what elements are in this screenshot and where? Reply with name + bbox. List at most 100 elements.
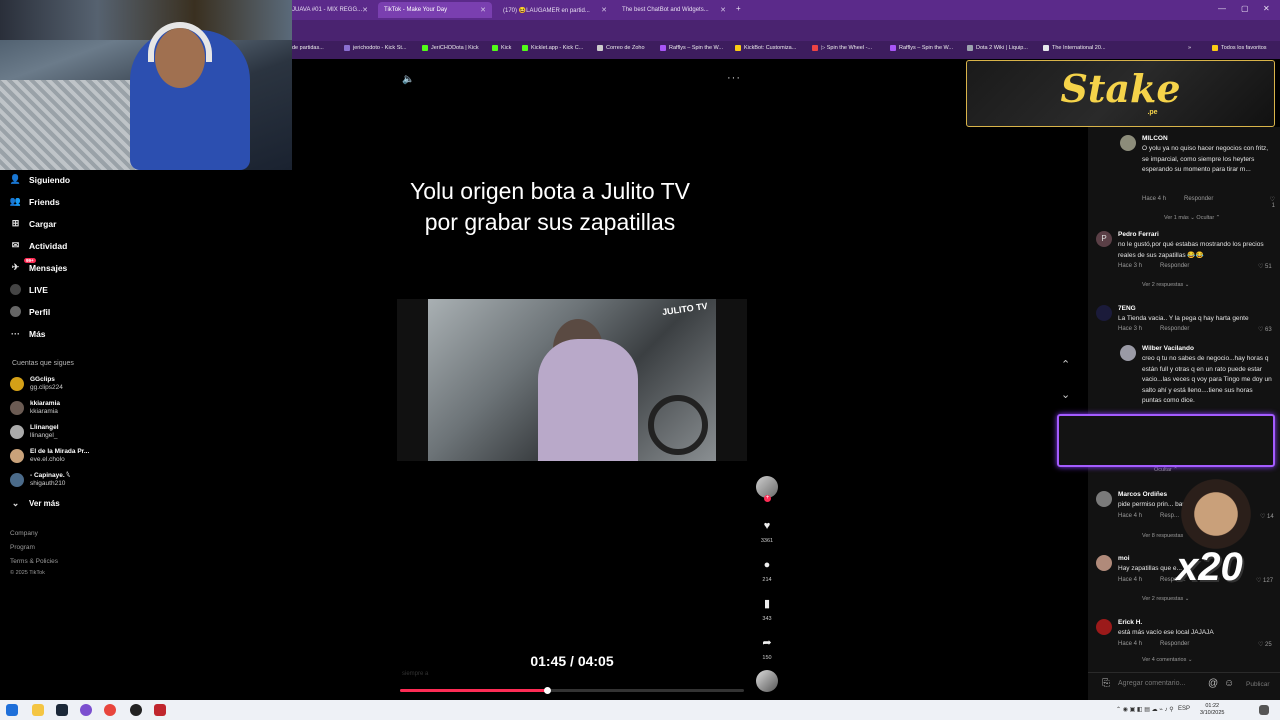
chrome-icon[interactable] xyxy=(104,704,116,716)
comment-input[interactable]: Agregar comentario... xyxy=(1118,680,1185,687)
mention-icon[interactable]: @ xyxy=(1208,678,1218,689)
bookmark[interactable]: Kick xyxy=(492,45,511,51)
more-options-icon[interactable]: ··· xyxy=(727,72,741,84)
reply-button[interactable]: Responder xyxy=(1160,263,1189,269)
tab-label: TikTok - Make Your Day xyxy=(384,7,448,13)
close-icon[interactable]: ✕ xyxy=(720,6,726,14)
bookmark[interactable]: JeriCHODota | Kick xyxy=(422,45,479,51)
bookmark[interactable]: KickBot: Customiza... xyxy=(735,45,796,51)
followed-account[interactable]: Llinangel llinangel_ xyxy=(10,424,59,440)
language-indicator[interactable]: ESP xyxy=(1178,706,1190,712)
sidebar-item-profile[interactable]: Perfil xyxy=(10,306,50,317)
comment-author[interactable]: MILCON xyxy=(1142,135,1168,142)
see-more-button[interactable]: ⌄ Ver más xyxy=(10,498,60,509)
followed-account[interactable]: El de la Mirada Pr... eve.el.cholo xyxy=(10,448,89,464)
bookmark[interactable]: ▷ Spin the Wheel -... xyxy=(812,45,872,51)
file-explorer-icon[interactable] xyxy=(32,704,44,716)
share-button[interactable]: ➦ 150 xyxy=(752,637,782,661)
comment-button[interactable]: ● 214 xyxy=(752,559,782,583)
gift-icon[interactable]: ⎘ xyxy=(1102,678,1110,689)
bookmark[interactable]: de partidas... xyxy=(292,45,324,51)
comment-like[interactable]: ♡ 127 xyxy=(1256,577,1273,584)
tab-label: The best ChatBot and Widgets... xyxy=(622,7,709,13)
browser-tab-active[interactable]: TikTok - Make Your Day ✕ xyxy=(378,2,492,18)
bookmark[interactable]: Rafflys – Spin the W... xyxy=(660,45,723,51)
close-icon[interactable]: ✕ xyxy=(480,6,486,14)
view-replies-button[interactable]: Ver 4 comentarios ⌄ xyxy=(1142,657,1192,663)
close-window-icon[interactable]: ✕ xyxy=(1263,4,1270,13)
save-button[interactable]: ▮ 343 xyxy=(752,598,782,622)
video-thumbnail[interactable]: JULITO TV xyxy=(428,299,716,461)
comment-author[interactable]: Pedro Ferrari xyxy=(1118,231,1159,238)
emoji-icon[interactable]: ☺ xyxy=(1224,678,1234,689)
like-button[interactable]: ♥ 3361 xyxy=(752,520,782,544)
new-tab-button[interactable]: + xyxy=(736,4,741,13)
sidebar-item-messages[interactable]: ✈ 99+ Mensajes xyxy=(10,258,67,273)
tray-icons[interactable]: ⌃ ◉ ▣ ◧ ▤ ☁ ⌁ ♪ ⚲ xyxy=(1116,706,1174,713)
reply-button[interactable]: Resp... xyxy=(1160,513,1179,519)
bookmark[interactable]: Rafflys – Spin the W... xyxy=(890,45,953,51)
followed-account[interactable]: GGclips gg.clips224 xyxy=(10,376,63,392)
music-disc-avatar[interactable] xyxy=(756,670,778,692)
bookmark[interactable]: Dota 2 Wiki | Liquip... xyxy=(967,45,1028,51)
video-watermark: JULITO TV xyxy=(661,300,709,318)
comment-like[interactable]: ♡ 1 xyxy=(1266,196,1275,209)
steam-icon[interactable] xyxy=(56,704,68,716)
video-time: 01:45 / 04:05 xyxy=(530,653,614,669)
chevron-right-icon[interactable]: » xyxy=(1188,45,1191,51)
hide-replies-button[interactable]: Ocultar ⌃ xyxy=(1154,467,1178,473)
view-replies-button[interactable]: Ver 2 respuestas ⌄ xyxy=(1142,596,1189,602)
reply-button[interactable]: Responder xyxy=(1160,641,1189,647)
view-replies-button[interactable]: Ver 8 respuestas xyxy=(1142,533,1183,539)
bookmark[interactable]: Kicklet.app - Kick C... xyxy=(522,45,583,51)
view-replies-button[interactable]: Ver 1 más ⌄ Ocultar ⌃ xyxy=(1164,215,1220,221)
app-icon[interactable] xyxy=(154,704,166,716)
reply-button[interactable]: Responder xyxy=(1160,326,1189,332)
clock[interactable]: 01:22 3/10/2025 xyxy=(1200,703,1224,717)
followed-account[interactable]: kkiaramia kkiaramia xyxy=(10,400,60,416)
sidebar-item-following[interactable]: 👤 Siguiendo xyxy=(10,174,70,185)
windows-start-icon[interactable] xyxy=(6,704,18,716)
follow-plus-icon[interactable]: + xyxy=(764,495,771,502)
sidebar-item-friends[interactable]: 👥 Friends xyxy=(10,196,60,207)
close-icon[interactable]: ✕ xyxy=(362,6,368,14)
browser-icon[interactable] xyxy=(80,704,92,716)
footer-link-company[interactable]: Company xyxy=(10,530,38,537)
bookmark[interactable]: Correo de Zoho xyxy=(597,45,645,51)
sidebar-item-live[interactable]: LIVE xyxy=(10,284,48,295)
view-replies-button[interactable]: Ver 2 respuestas ⌄ xyxy=(1142,282,1189,288)
footer-link-program[interactable]: Program xyxy=(10,544,35,551)
close-icon[interactable]: ✕ xyxy=(601,6,607,14)
footer-link-terms[interactable]: Terms & Policies xyxy=(10,558,58,565)
publish-button[interactable]: Publicar xyxy=(1246,681,1269,688)
sidebar-item-more[interactable]: ··· Más xyxy=(10,328,46,339)
progress-handle[interactable] xyxy=(544,687,552,694)
all-favorites[interactable]: Todos los favoritos xyxy=(1212,45,1267,51)
browser-tab[interactable]: JUAVA #01 - MIX REGG... ✕ xyxy=(286,2,372,18)
chevron-up-icon[interactable]: ⌃ xyxy=(1061,358,1070,371)
following-icon: 👤 xyxy=(9,174,22,184)
browser-tab[interactable]: The best ChatBot and Widgets... ✕ xyxy=(616,2,732,18)
sidebar-item-activity[interactable]: ✉ Actividad xyxy=(10,240,68,251)
comment-author[interactable]: Marcos Ordiñes xyxy=(1118,491,1167,498)
comment-author[interactable]: moi xyxy=(1118,555,1130,562)
comment-author[interactable]: Wilber Vacilando xyxy=(1142,345,1194,352)
browser-tab[interactable]: (170) 😆LAUGAMER en partid... ✕ xyxy=(497,2,613,18)
chevron-down-icon[interactable]: ⌄ xyxy=(1061,388,1070,401)
comment-author[interactable]: 7ENG xyxy=(1118,305,1136,312)
comment-like[interactable]: ♡ 25 xyxy=(1258,641,1272,648)
followed-account[interactable]: - Capinaye. 𓆩 shigauth210 xyxy=(10,472,70,488)
obs-icon[interactable] xyxy=(130,704,142,716)
comment-like[interactable]: ♡ 51 xyxy=(1258,263,1272,270)
notification-icon[interactable] xyxy=(1259,705,1269,715)
comment-author[interactable]: Erick H. xyxy=(1118,619,1142,626)
volume-icon[interactable]: 🔈 xyxy=(402,74,414,85)
bookmark[interactable]: jerichodoto - Kick St... xyxy=(344,45,407,51)
video-progress-bar[interactable] xyxy=(400,687,744,694)
maximize-icon[interactable]: ▢ xyxy=(1241,4,1249,13)
sidebar-item-upload[interactable]: ⊞ Cargar xyxy=(10,218,57,229)
reply-button[interactable]: Responder xyxy=(1184,196,1213,202)
bookmark[interactable]: The International 20... xyxy=(1043,45,1106,51)
minimize-icon[interactable]: — xyxy=(1218,4,1226,13)
comment-like[interactable]: ♡ 63 xyxy=(1258,326,1272,333)
